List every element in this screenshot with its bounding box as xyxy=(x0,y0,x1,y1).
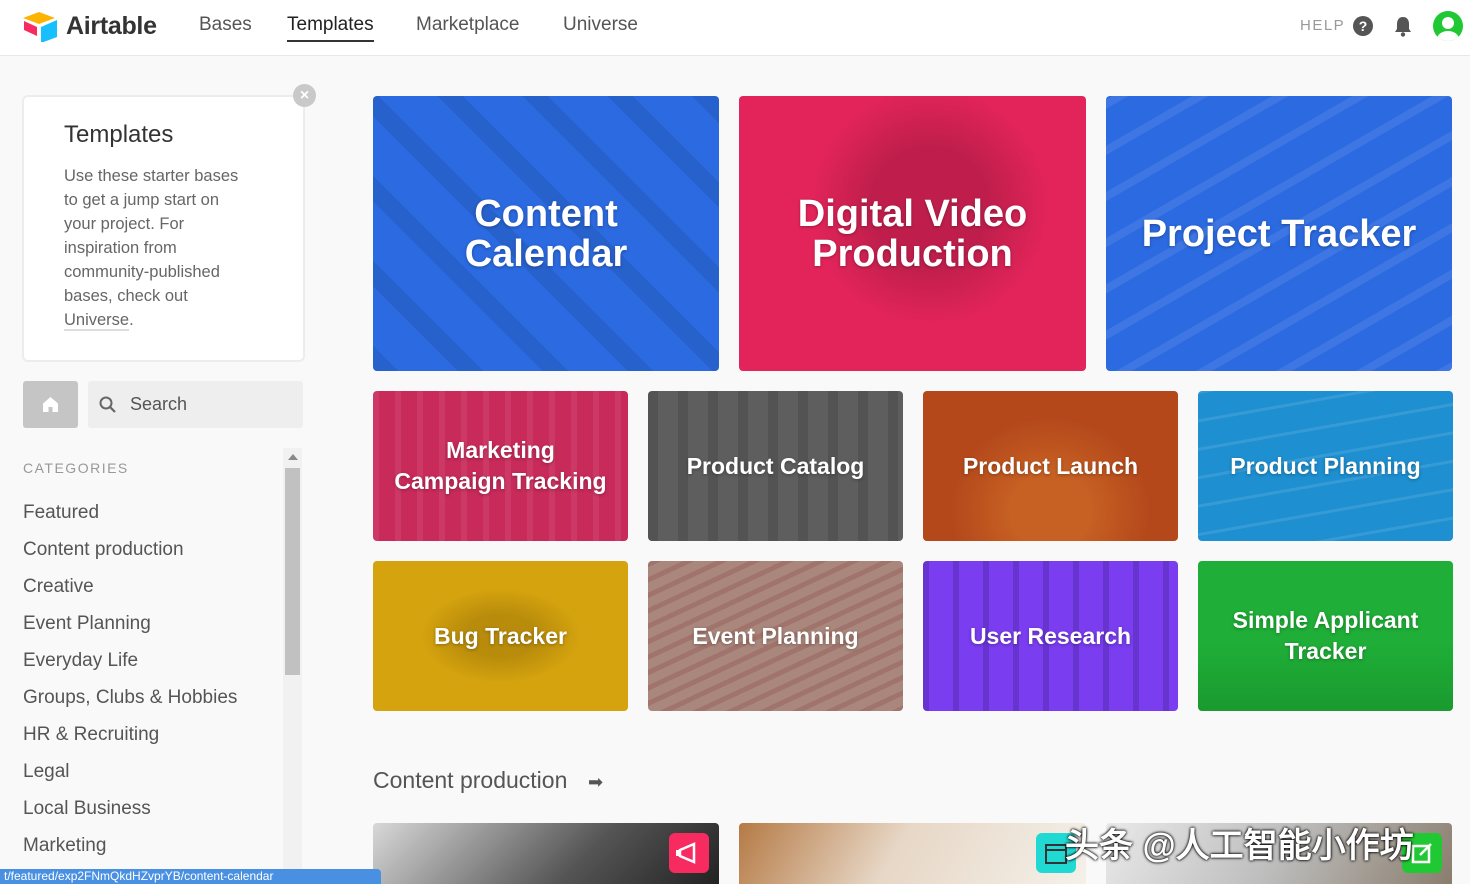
scroll-thumb[interactable] xyxy=(285,468,300,675)
help-link[interactable]: HELP xyxy=(1300,17,1345,34)
search-icon xyxy=(99,396,116,413)
bell-icon[interactable] xyxy=(1393,15,1413,37)
nav-templates[interactable]: Templates xyxy=(287,14,374,42)
template-event-planning[interactable]: Event Planning xyxy=(648,561,903,711)
template-label: Event Planning xyxy=(692,622,859,649)
category-featured[interactable]: Featured xyxy=(23,500,237,537)
template-label: Content Calendar xyxy=(464,192,628,275)
brand-name: Airtable xyxy=(66,11,157,40)
categories-header: CATEGORIES xyxy=(23,460,129,476)
template-label: Product Catalog xyxy=(686,452,865,479)
template-label: Product Planning xyxy=(1230,452,1421,479)
category-content-production[interactable]: Content production xyxy=(23,537,237,574)
category-local-business[interactable]: Local Business xyxy=(23,796,237,833)
nav-marketplace[interactable]: Marketplace xyxy=(416,14,520,42)
home-icon xyxy=(43,397,58,412)
help-icon[interactable]: ? xyxy=(1353,16,1373,36)
template-digital-video-production[interactable]: Digital Video Production xyxy=(739,96,1086,371)
content-card-1[interactable] xyxy=(373,823,719,884)
template-label: Product Launch xyxy=(962,452,1139,479)
intro-suffix: . xyxy=(129,311,134,329)
home-button[interactable] xyxy=(23,381,78,428)
templates-intro-card: Templates Use these starter bases to get… xyxy=(22,95,305,362)
watermark-text: 头条 @人工智能小作坊 xyxy=(1065,827,1414,865)
universe-link[interactable]: Universe xyxy=(64,311,130,331)
template-content-calendar[interactable]: Content Calendar xyxy=(373,96,719,371)
section-title[interactable]: Content production xyxy=(373,767,567,794)
nav-bases[interactable]: Bases xyxy=(199,14,252,42)
category-hr-recruiting[interactable]: HR & Recruiting xyxy=(23,722,237,759)
content-card-2[interactable] xyxy=(739,823,1086,884)
search-placeholder: Search xyxy=(130,394,188,414)
user-avatar[interactable] xyxy=(1433,11,1463,41)
category-scrollbar[interactable] xyxy=(283,448,302,884)
megaphone-icon xyxy=(669,833,709,873)
template-label: Simple Applicant Tracker xyxy=(1232,607,1419,664)
category-legal[interactable]: Legal xyxy=(23,759,237,796)
template-marketing-campaign-tracking[interactable]: Marketing Campaign Tracking xyxy=(373,391,628,541)
intro-text: Use these starter bases to get a jump st… xyxy=(64,164,249,332)
template-label: Marketing Campaign Tracking xyxy=(394,437,607,494)
top-navigation-bar: Airtable Bases Templates Marketplace Uni… xyxy=(0,0,1470,56)
airtable-logo-icon xyxy=(23,12,57,42)
template-user-research[interactable]: User Research xyxy=(923,561,1178,711)
template-product-catalog[interactable]: Product Catalog xyxy=(648,391,903,541)
category-creative[interactable]: Creative xyxy=(23,574,237,611)
template-label: Digital Video Production xyxy=(797,192,1028,275)
template-product-launch[interactable]: Product Launch xyxy=(923,391,1178,541)
categories-list: Featured Content production Creative Eve… xyxy=(23,500,237,870)
template-product-planning[interactable]: Product Planning xyxy=(1198,391,1453,541)
intro-body: Use these starter bases to get a jump st… xyxy=(64,167,239,305)
category-marketing[interactable]: Marketing xyxy=(23,833,237,870)
search-input[interactable]: Search xyxy=(88,381,303,428)
category-everyday-life[interactable]: Everyday Life xyxy=(23,648,237,685)
status-bar-url: t/featured/exp2FNmQkdHZvprYB/content-cal… xyxy=(0,869,381,884)
intro-title: Templates xyxy=(64,121,174,148)
template-bug-tracker[interactable]: Bug Tracker xyxy=(373,561,628,711)
template-label: Bug Tracker xyxy=(434,622,567,649)
template-simple-applicant-tracker[interactable]: Simple Applicant Tracker xyxy=(1198,561,1453,711)
close-icon[interactable]: × xyxy=(293,84,316,107)
category-groups-clubs-hobbies[interactable]: Groups, Clubs & Hobbies xyxy=(23,685,237,722)
template-project-tracker[interactable]: Project Tracker xyxy=(1106,96,1452,371)
category-event-planning[interactable]: Event Planning xyxy=(23,611,237,648)
template-label: Project Tracker xyxy=(1141,212,1417,255)
template-label: User Research xyxy=(969,622,1132,649)
scroll-up-icon[interactable] xyxy=(288,454,298,460)
nav-universe[interactable]: Universe xyxy=(563,14,638,42)
airtable-logo[interactable]: Airtable xyxy=(22,10,157,42)
arrow-right-icon[interactable]: ➡ xyxy=(588,772,603,793)
